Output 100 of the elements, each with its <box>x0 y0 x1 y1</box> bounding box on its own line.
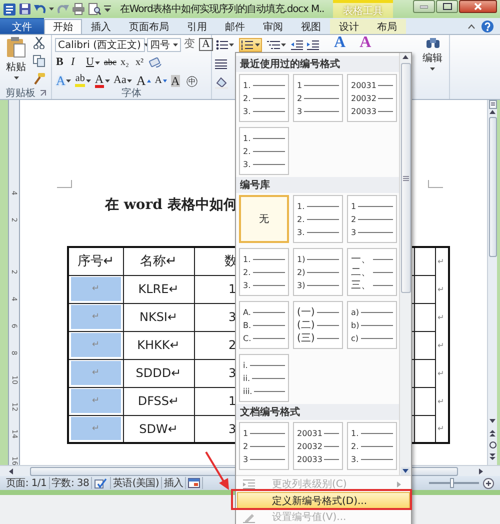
scissors-icon[interactable] <box>33 37 45 49</box>
ribbon-tab[interactable]: 设计 <box>330 19 368 34</box>
caret-icon[interactable] <box>430 67 435 71</box>
format-button[interactable]: Aa <box>112 73 134 88</box>
minimize-ribbon-icon[interactable] <box>468 24 475 28</box>
scrollbar-thumb[interactable] <box>488 117 496 257</box>
ribbon-tab[interactable]: 文件 <box>0 18 44 34</box>
style-button[interactable]: A <box>356 36 374 50</box>
increase-indent-icon[interactable] <box>307 40 319 50</box>
format-button[interactable]: 变 <box>183 37 196 52</box>
scroll-right-icon[interactable] <box>478 468 484 474</box>
font-size-field[interactable]: 四号 <box>147 38 181 52</box>
undo-icon[interactable] <box>34 3 46 15</box>
ribbon-tab[interactable]: 审阅 <box>254 19 292 34</box>
paste-button[interactable]: 粘贴 <box>3 36 29 87</box>
numbering-format-option[interactable]: a) b) c) <box>347 301 397 349</box>
menu-item[interactable]: 定义新编号格式(D)... <box>237 492 410 509</box>
shrink-caret-icon[interactable] <box>162 78 167 82</box>
ribbon-tab[interactable]: 页面布局 <box>120 19 178 34</box>
caret-icon[interactable] <box>104 78 110 82</box>
ribbon-tab[interactable]: 开始 <box>44 19 82 34</box>
format-button[interactable]: abc <box>102 55 118 70</box>
format-button[interactable]: U <box>85 55 101 70</box>
format-button[interactable]: A <box>198 37 214 52</box>
print-preview-icon[interactable] <box>88 3 101 15</box>
numbering-format-option[interactable]: A. B. C. <box>239 301 289 349</box>
format-button[interactable]: B <box>55 55 68 70</box>
format-button[interactable]: A <box>135 73 152 88</box>
caret-icon[interactable] <box>229 42 234 46</box>
numbering-format-option[interactable]: 1. 2. 3. <box>239 127 289 175</box>
printer-icon[interactable] <box>72 3 85 15</box>
format-button[interactable]: x₂ <box>119 55 132 70</box>
word-icon[interactable] <box>3 2 16 16</box>
page-count[interactable]: 页面: 1/1 <box>4 477 50 489</box>
browse-object-icon[interactable] <box>488 441 496 449</box>
caret-icon[interactable] <box>14 76 18 80</box>
ruler-toggle-icon[interactable] <box>488 100 496 109</box>
numbering-format-option[interactable]: (一) (二) (三) <box>293 301 343 349</box>
scroll-left-icon[interactable] <box>8 468 14 474</box>
proofing-icon[interactable] <box>94 478 108 488</box>
caret-icon[interactable] <box>173 42 178 46</box>
scroll-up-icon[interactable] <box>489 109 496 115</box>
numbering-format-option[interactable]: 20031 20032 20033 <box>293 422 343 470</box>
decrease-indent-icon[interactable] <box>291 40 303 50</box>
ribbon-tab[interactable]: 视图 <box>292 19 330 34</box>
scroll-up-icon[interactable] <box>402 53 409 61</box>
numbering-format-option[interactable]: 1. 2. 3. <box>239 248 289 296</box>
next-page-icon[interactable] <box>489 453 496 461</box>
caret-icon[interactable] <box>66 78 72 82</box>
copy-icon[interactable] <box>33 55 45 67</box>
numbering-format-option[interactable]: i. ii. iii. <box>239 354 289 402</box>
scroll-down-icon[interactable] <box>489 418 496 424</box>
caret-icon[interactable] <box>86 78 91 82</box>
previous-page-icon[interactable] <box>489 429 496 437</box>
numbering-format-option[interactable]: 20031 20032 20033 <box>347 74 397 122</box>
format-painter-icon[interactable] <box>33 73 45 85</box>
scrollbar-thumb[interactable] <box>400 63 410 293</box>
caret-icon[interactable] <box>255 42 260 46</box>
shading-icon[interactable] <box>215 76 228 88</box>
minimize-button[interactable] <box>413 0 435 13</box>
format-button[interactable]: A <box>94 73 111 88</box>
ribbon-tab[interactable]: 引用 <box>178 19 216 34</box>
zoom-in-icon[interactable] <box>483 478 494 488</box>
numbering-format-option[interactable]: 一、 二、 三、 <box>347 248 397 296</box>
format-button[interactable]: x² <box>134 55 148 70</box>
format-button[interactable]: I <box>70 55 83 70</box>
caret-icon[interactable] <box>281 42 286 46</box>
numbering-format-option[interactable]: 1 2 3 <box>293 74 343 122</box>
format-button[interactable]: ab <box>74 73 92 88</box>
grow-caret-icon[interactable] <box>146 78 151 82</box>
numbering-format-option[interactable]: 1) 2) 3) <box>293 248 343 296</box>
numbering-format-option[interactable]: 1 2 3 <box>347 195 397 243</box>
language-indicator[interactable]: 英语(美国) <box>111 477 162 489</box>
clear-format-icon[interactable] <box>149 56 162 68</box>
format-button[interactable]: A <box>154 73 168 88</box>
ribbon-tab[interactable]: 插入 <box>82 19 120 34</box>
numbering-none-option[interactable]: 无 <box>239 195 289 243</box>
customize-toolbar-icon[interactable] <box>104 5 111 13</box>
align-icon[interactable] <box>215 58 227 68</box>
caret-icon[interactable] <box>127 78 132 82</box>
numbering-button[interactable] <box>239 38 262 52</box>
numbering-format-option[interactable]: 1 2 3 <box>239 422 289 470</box>
macro-icon[interactable] <box>188 478 200 488</box>
editing-button[interactable]: 编辑 <box>422 37 442 99</box>
style-button[interactable]: A <box>331 36 349 50</box>
caret-icon[interactable] <box>49 7 54 11</box>
save-icon[interactable] <box>19 3 31 15</box>
scroll-down-icon[interactable] <box>401 467 410 475</box>
dialog-launcher-icon[interactable] <box>40 90 46 96</box>
caret-icon[interactable] <box>94 60 100 64</box>
help-icon[interactable] <box>481 20 494 32</box>
word-count[interactable]: 字数: 38 <box>50 477 92 489</box>
format-button[interactable]: ㊥ <box>184 73 199 88</box>
numbering-format-option[interactable]: 1. 2. 3. <box>239 74 289 122</box>
ribbon-tab[interactable]: 邮件 <box>216 19 254 34</box>
numbering-format-option[interactable]: 1. 2. 3. <box>293 195 343 243</box>
ribbon-tab[interactable]: 布局 <box>368 19 406 34</box>
insert-mode-indicator[interactable]: 插入 <box>162 477 186 489</box>
numbering-format-option[interactable]: 1. 2. 3. <box>347 422 397 470</box>
font-name-field[interactable]: Calibri (西文正文) <box>55 38 145 52</box>
